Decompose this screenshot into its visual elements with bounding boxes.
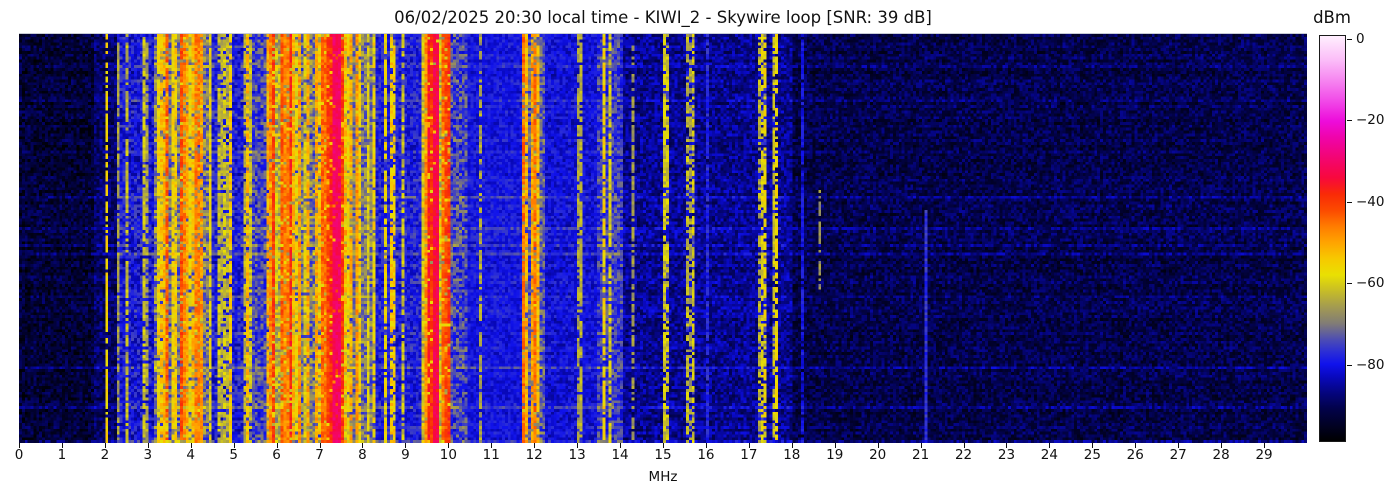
colorbar-gradient xyxy=(1319,35,1346,442)
x-tick-label: 23 xyxy=(997,447,1016,463)
x-tick-label: 29 xyxy=(1255,447,1273,463)
x-tick-label: 4 xyxy=(186,447,196,463)
x-tick-label: 25 xyxy=(1083,447,1101,463)
x-tick-label: 5 xyxy=(229,447,238,463)
x-axis-label: MHz xyxy=(648,469,678,485)
x-tick-label: 14 xyxy=(611,447,629,463)
x-tick-label: 19 xyxy=(826,447,844,463)
x-tick-label: 24 xyxy=(1040,447,1058,463)
spectrogram-figure: 06/02/2025 20:30 local time - KIWI_2 - S… xyxy=(0,0,1400,500)
x-tick-label: 0 xyxy=(14,447,24,463)
colorbar-tick-label: −60 xyxy=(1356,275,1385,292)
colorbar-tick-label: −40 xyxy=(1356,193,1385,210)
x-tick-label: 1 xyxy=(57,447,67,463)
waterfall-top-edge xyxy=(19,33,1307,34)
x-tick-label: 27 xyxy=(1169,447,1187,463)
x-tick-label: 7 xyxy=(315,447,324,463)
x-tick-label: 6 xyxy=(272,447,281,463)
x-tick-label: 8 xyxy=(358,447,367,463)
x-tick-label: 12 xyxy=(525,447,543,463)
colorbar-tick xyxy=(1347,120,1352,122)
x-tick-label: 20 xyxy=(869,447,887,463)
x-tick-label: 21 xyxy=(912,447,930,463)
figure-title: 06/02/2025 20:30 local time - KIWI_2 - S… xyxy=(394,8,932,27)
colorbar-tick-label: 0 xyxy=(1356,31,1365,48)
x-tick-label: 15 xyxy=(654,447,672,463)
x-tick-label: 18 xyxy=(783,447,801,463)
colorbar-tick xyxy=(1347,39,1352,41)
colorbar-tick xyxy=(1347,364,1352,366)
x-tick-label: 16 xyxy=(697,447,715,463)
x-tick-label: 26 xyxy=(1126,447,1144,463)
x-tick-label: 17 xyxy=(740,447,758,463)
colorbar-tick-label: −20 xyxy=(1356,112,1385,129)
x-tick-label: 2 xyxy=(100,447,110,463)
x-tick-label: 9 xyxy=(401,447,410,463)
colorbar-tick-label: −80 xyxy=(1356,356,1385,373)
colorbar-tick xyxy=(1347,201,1352,203)
x-tick-label: 28 xyxy=(1212,447,1230,463)
x-tick-label: 13 xyxy=(568,447,586,463)
x-tick-label: 11 xyxy=(482,447,500,463)
waterfall-heatmap xyxy=(19,34,1307,443)
x-tick-label: 10 xyxy=(439,447,457,463)
x-tick-label: 22 xyxy=(954,447,973,463)
colorbar-tick xyxy=(1347,283,1352,285)
x-tick-label: 3 xyxy=(143,447,153,463)
colorbar-unit-label: dBm xyxy=(1313,8,1351,27)
